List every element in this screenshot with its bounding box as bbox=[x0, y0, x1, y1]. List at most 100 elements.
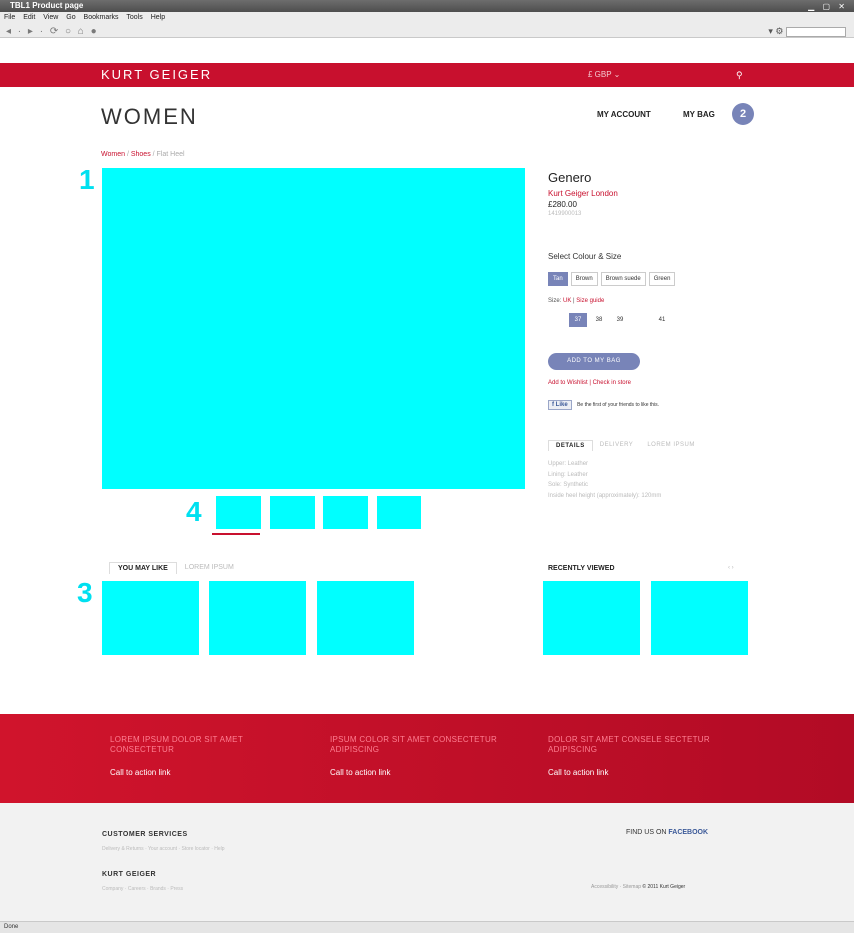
wishlist-store-links: Add to Wishlist | Check in store bbox=[548, 380, 631, 386]
menu-bar: File Edit View Go Bookmarks Tools Help bbox=[4, 14, 171, 21]
facebook-icon: f bbox=[552, 402, 554, 408]
copyright-text: © 2011 Kurt Geiger bbox=[642, 884, 686, 890]
detail-line: Upper: Leather bbox=[548, 461, 589, 467]
go-icon[interactable]: ▾ ⚙ bbox=[768, 26, 783, 36]
size-label: Size: bbox=[548, 298, 562, 304]
nav-buttons[interactable]: ◂ · ▸ · ⟳ ○ ⌂ ● bbox=[6, 26, 99, 37]
product-brand[interactable]: Kurt Geiger London bbox=[548, 189, 618, 198]
browser-search-area: ▾ ⚙ bbox=[768, 26, 846, 37]
menu-view[interactable]: View bbox=[43, 14, 58, 21]
customer-services-heading: CUSTOMER SERVICES bbox=[102, 831, 188, 838]
menu-tools[interactable]: Tools bbox=[126, 14, 142, 21]
browser-search-input[interactable] bbox=[786, 26, 846, 37]
carousel-arrows-icon[interactable]: ‹ › bbox=[728, 565, 734, 571]
thumbnail-1[interactable] bbox=[216, 496, 261, 529]
browser-titlebar: TBL1 Product page ▁ ▢ ✕ bbox=[0, 0, 854, 12]
facebook-like-button[interactable]: f Like bbox=[548, 400, 572, 410]
colour-option-brown-suede[interactable]: Brown suede bbox=[600, 272, 646, 286]
check-in-store-link[interactable]: Check in store bbox=[593, 380, 631, 386]
marker-thumbnails: 4 bbox=[186, 496, 202, 527]
site-logo[interactable]: KURT GEIGER bbox=[101, 63, 212, 87]
size-option-38[interactable]: 38 bbox=[590, 313, 608, 327]
breadcrumb-shoes[interactable]: Shoes bbox=[131, 151, 151, 158]
window-title: TBL1 Product page bbox=[10, 1, 84, 10]
thumbnail-4[interactable] bbox=[377, 496, 421, 529]
facebook-link[interactable]: FACEBOOK bbox=[668, 829, 708, 836]
size-option-37[interactable]: 37 bbox=[569, 313, 587, 327]
size-unit[interactable]: UK bbox=[563, 298, 571, 304]
details-content: Upper: Leather Lining: Leather Sole: Syn… bbox=[548, 459, 661, 501]
legal-links[interactable]: Accessibility · Sitemap bbox=[591, 884, 641, 890]
menu-go[interactable]: Go bbox=[66, 14, 75, 21]
like-label: Like bbox=[555, 402, 568, 408]
browser-statusbar: Done bbox=[0, 921, 854, 933]
recommendation-tabs: YOU MAY LIKE LOREM IPSUM bbox=[109, 562, 242, 574]
my-bag-link[interactable]: MY BAG bbox=[683, 110, 715, 119]
detail-line: Sole: Synthetic bbox=[548, 482, 589, 488]
breadcrumb-women[interactable]: Women bbox=[101, 151, 125, 158]
promo-cta-1[interactable]: Call to action link bbox=[110, 768, 170, 777]
recommended-product-1[interactable] bbox=[102, 581, 199, 655]
select-colour-size-heading: Select Colour & Size bbox=[548, 252, 622, 261]
colour-option-green[interactable]: Green bbox=[648, 272, 676, 286]
tab-lorem-ipsum[interactable]: LOREM IPSUM bbox=[640, 440, 702, 451]
recommended-product-3[interactable] bbox=[317, 581, 414, 655]
promo-text-3: DOLOR SIT AMET CONSELE SECTETUR ADIPISCI… bbox=[548, 735, 710, 754]
detail-line: Inside heel height (approximately): 120m… bbox=[548, 492, 662, 499]
promo-text-1: LOREM IPSUM DOLOR SIT AMET CONSECTETUR bbox=[110, 735, 243, 754]
size-option[interactable] bbox=[548, 313, 566, 327]
site-footer bbox=[0, 803, 854, 921]
size-option-41[interactable]: 41 bbox=[653, 313, 671, 327]
promo-cta-2[interactable]: Call to action link bbox=[330, 768, 390, 777]
colour-option-brown[interactable]: Brown bbox=[570, 272, 598, 286]
bag-count-badge[interactable]: 2 bbox=[732, 103, 754, 125]
tab-delivery[interactable]: DELIVERY bbox=[593, 440, 641, 451]
size-row: Size: UK | Size guide bbox=[548, 298, 604, 304]
promo-cta-3[interactable]: Call to action link bbox=[548, 768, 608, 777]
product-price: £280.00 bbox=[548, 200, 577, 209]
promo-text-2: IPSUM COLOR SIT AMET CONSECTETUR ADIPISC… bbox=[330, 735, 498, 754]
tab-lorem-ipsum-rec[interactable]: LOREM IPSUM bbox=[177, 562, 242, 574]
kurt-geiger-heading: KURT GEIGER bbox=[102, 871, 157, 878]
size-guide-link[interactable]: Size guide bbox=[576, 298, 604, 304]
menu-help[interactable]: Help bbox=[151, 14, 165, 21]
size-option-39[interactable]: 39 bbox=[611, 313, 629, 327]
main-product-image[interactable] bbox=[102, 168, 525, 489]
breadcrumb: Women / Shoes / Flat Heel bbox=[101, 151, 185, 158]
recently-viewed-heading: RECENTLY VIEWED bbox=[548, 565, 615, 572]
detail-line: Lining: Leather bbox=[548, 471, 588, 478]
colour-option-tan[interactable]: Tan bbox=[548, 272, 568, 286]
add-to-wishlist-link[interactable]: Add to Wishlist bbox=[548, 380, 588, 386]
size-options: 37 38 39 41 bbox=[548, 313, 671, 327]
tab-you-may-like[interactable]: YOU MAY LIKE bbox=[109, 562, 177, 574]
recommended-product-2[interactable] bbox=[209, 581, 306, 655]
marker-main-image: 1 bbox=[79, 164, 95, 195]
colour-options: Tan Brown Brown suede Green bbox=[548, 272, 676, 286]
thumbnail-2[interactable] bbox=[270, 496, 315, 529]
footer-legal: Accessibility · Sitemap © 2011 Kurt Geig… bbox=[591, 884, 685, 890]
browser-toolbar: File Edit View Go Bookmarks Tools Help ◂… bbox=[0, 12, 854, 38]
tab-details[interactable]: DETAILS bbox=[548, 440, 593, 451]
size-option[interactable] bbox=[632, 313, 650, 327]
breadcrumb-current: Flat Heel bbox=[156, 151, 185, 158]
product-name: Genero bbox=[548, 170, 592, 185]
facebook-like-row: f Like Be the first of your friends to l… bbox=[548, 400, 659, 410]
find-us-label: FIND US ON bbox=[626, 829, 669, 836]
active-thumbnail-indicator bbox=[212, 533, 260, 535]
menu-bookmarks[interactable]: Bookmarks bbox=[84, 14, 119, 21]
currency-selector[interactable]: £ GBP ⌄ bbox=[588, 63, 620, 87]
thumbnail-3[interactable] bbox=[323, 496, 368, 529]
recently-viewed-product-1[interactable] bbox=[543, 581, 640, 655]
add-to-bag-button[interactable]: ADD TO MY BAG bbox=[548, 353, 640, 370]
customer-services-links[interactable]: Delivery & Returns · Your account · Stor… bbox=[102, 846, 225, 852]
recently-viewed-product-2[interactable] bbox=[651, 581, 748, 655]
marker-recommendations: 3 bbox=[77, 577, 93, 608]
my-account-link[interactable]: MY ACCOUNT bbox=[597, 110, 651, 119]
menu-file[interactable]: File bbox=[4, 14, 15, 21]
find-us-on-facebook[interactable]: FIND US ON FACEBOOK bbox=[626, 829, 708, 836]
details-tabs: DETAILS DELIVERY LOREM IPSUM bbox=[548, 440, 702, 451]
search-icon[interactable]: ⚲ bbox=[736, 63, 743, 87]
promo-band bbox=[0, 714, 854, 803]
menu-edit[interactable]: Edit bbox=[23, 14, 35, 21]
kurt-geiger-links[interactable]: Company · Careers · Brands · Press bbox=[102, 886, 183, 892]
